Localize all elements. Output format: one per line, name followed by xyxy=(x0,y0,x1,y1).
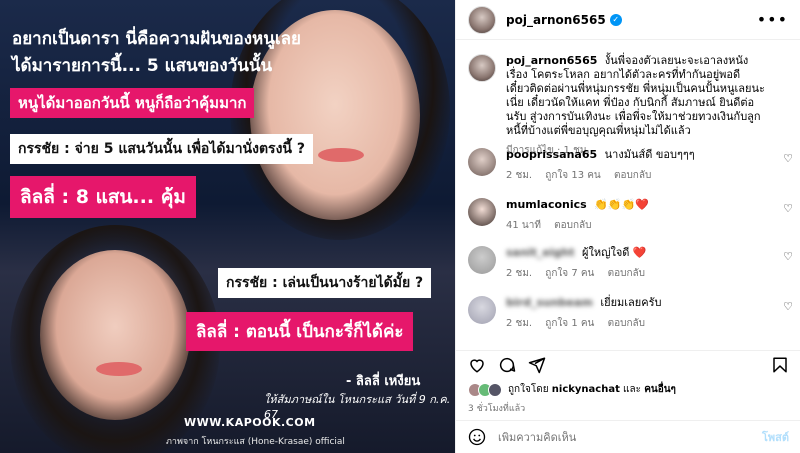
comments-panel: poj_arnon6565 ✓ ••• poj_arnon6565 งั้นพี… xyxy=(455,0,800,453)
reply-button[interactable]: ตอบกลับ xyxy=(608,268,645,279)
emoji-icon[interactable] xyxy=(468,428,486,446)
image-credit: ภาพจาก โหนกระแส (Hone-Krasae) official xyxy=(166,437,345,447)
comment-text: เยี่ยมเลยครับ xyxy=(600,296,662,309)
more-options-icon[interactable]: ••• xyxy=(757,10,788,29)
comment-heart-icon[interactable]: ♡ xyxy=(783,152,793,165)
bookmark-icon[interactable] xyxy=(771,356,789,374)
comment-item: bird_sunbeam เยี่ยมเลยครับ 2 ชม. ถูกใจ 1… xyxy=(456,296,800,331)
comment-username[interactable]: sanit_eight xyxy=(506,246,575,259)
comment-username[interactable]: bird_sunbeam xyxy=(506,296,593,309)
reply-button[interactable]: ตอบกลับ xyxy=(554,220,591,231)
comment-text: นางมันส์ดี ขอบๆๆๆ xyxy=(604,148,695,161)
comment-time: 41 นาที xyxy=(506,220,541,231)
comment-composer: โพสต์ xyxy=(456,420,800,453)
share-icon[interactable] xyxy=(528,356,546,374)
likes-mid: และ xyxy=(623,384,641,395)
comment-username[interactable]: pooprissana65 xyxy=(506,148,597,161)
likes-summary[interactable]: ถูกใจโดย nickynachat และ คนอื่นๆ xyxy=(468,382,676,397)
avatar[interactable] xyxy=(468,198,496,226)
comment-likes[interactable]: ถูกใจ 7 คน xyxy=(545,268,594,279)
likes-prefix: ถูกใจโดย xyxy=(508,384,549,395)
actress-lips-top xyxy=(318,148,364,162)
comment-item: sanit_eight ผู้ใหญ่ใจดี ❤️ 2 ชม. ถูกใจ 7… xyxy=(456,246,800,281)
actress-face-bottom xyxy=(40,250,190,420)
comment-icon[interactable] xyxy=(498,356,516,374)
verified-badge-icon: ✓ xyxy=(609,13,622,26)
actress-lips-bottom xyxy=(96,362,142,376)
comment-heart-icon[interactable]: ♡ xyxy=(783,202,793,215)
comment-heart-icon[interactable]: ♡ xyxy=(783,300,793,313)
post-header: poj_arnon6565 ✓ ••• xyxy=(456,0,800,40)
comment-text: ผู้ใหญ่ใจดี ❤️ xyxy=(582,246,647,259)
header-username[interactable]: poj_arnon6565 xyxy=(506,13,606,27)
avatar[interactable] xyxy=(468,54,496,82)
watermark-site: WWW.KAPOOK.COM xyxy=(184,416,316,429)
heart-icon[interactable] xyxy=(468,356,486,374)
comment-time: 2 ชม. xyxy=(506,268,533,279)
comment-item: mumlaconics 👏👏👏❤️ 41 นาที ตอบกลับ ♡ xyxy=(456,198,800,233)
comment-likes[interactable]: ถูกใจ 13 คน xyxy=(545,170,600,181)
comment-text: 👏👏👏❤️ xyxy=(594,198,649,211)
comment-input[interactable] xyxy=(498,430,738,444)
post-actions xyxy=(456,350,800,378)
caption-username[interactable]: poj_arnon6565 xyxy=(506,54,597,67)
comment-heart-icon[interactable]: ♡ xyxy=(783,250,793,263)
quote-box-1: หนูได้มาออกวันนี้ หนูก็ถือว่าคุ้มมาก xyxy=(10,88,255,118)
post-comment-button[interactable]: โพสต์ xyxy=(762,428,789,446)
avatar[interactable] xyxy=(468,5,496,34)
question-box-1: กรรชัย : จ่าย 5 แสนวันนั้น เพื่อได้มานั่… xyxy=(10,134,313,164)
avatar[interactable] xyxy=(468,148,496,176)
headline-line-1: อยากเป็นดารา นี่คือความฝันของหนูเลย xyxy=(12,29,302,49)
image-headline: อยากเป็นดารา นี่คือความฝันของหนูเลย ได้ม… xyxy=(12,26,301,80)
comment-time: 2 ชม. xyxy=(506,318,533,329)
comment-time: 2 ชม. xyxy=(506,170,533,181)
answer-box-2: ลิลลี่ : ตอนนี้ เป็นกะรี่ก็ได้ค่ะ xyxy=(186,312,414,351)
comment-item: pooprissana65 นางมันส์ดี ขอบๆๆๆ 2 ชม. ถู… xyxy=(456,148,800,183)
question-box-2: กรรชัย : เล่นเป็นนางร้ายได้มั้ย ? xyxy=(218,268,432,298)
answer-box-1: ลิลลี่ : 8 แสน... คุ้ม xyxy=(10,176,196,218)
post-time: 3 ชั่วโมงที่แล้ว xyxy=(468,404,526,414)
post-image[interactable]: อยากเป็นดารา นี่คือความฝันของหนูเลย ได้ม… xyxy=(0,0,455,453)
likes-user[interactable]: nickynachat xyxy=(552,384,620,395)
avatar[interactable] xyxy=(468,296,496,324)
reply-button[interactable]: ตอบกลับ xyxy=(614,170,651,181)
comment-likes[interactable]: ถูกใจ 1 คน xyxy=(545,318,594,329)
reply-button[interactable]: ตอบกลับ xyxy=(608,318,645,329)
comment-username[interactable]: mumlaconics xyxy=(506,198,587,211)
headline-line-2: ได้มารายการนี้... 5 แสนของวันนั้น xyxy=(12,56,273,76)
post-caption: poj_arnon6565 งั้นพี่จองตัวเลยนะจะเอาลงห… xyxy=(456,40,800,158)
avatar[interactable] xyxy=(468,246,496,274)
quote-signer: - ลิลลี่ เหงียน xyxy=(346,374,421,389)
likes-others[interactable]: คนอื่นๆ xyxy=(644,384,676,395)
avatar xyxy=(488,382,502,397)
